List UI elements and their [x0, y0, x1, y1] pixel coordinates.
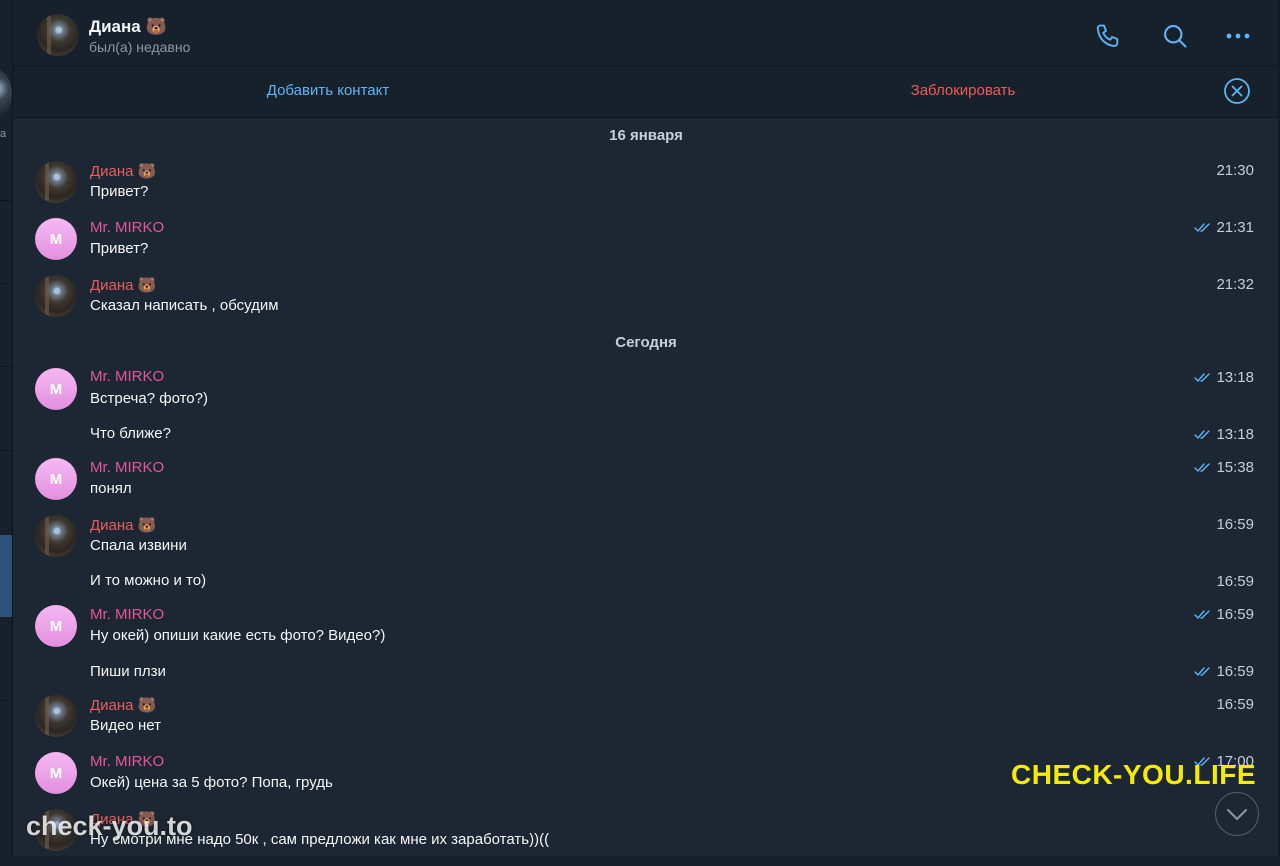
window-bottom-strip [0, 856, 1280, 866]
message-time-label: 21:32 [1216, 276, 1254, 293]
message-text: Привет? [90, 240, 149, 257]
contact-name[interactable]: Диана 🐻 [89, 17, 167, 37]
read-check-icon [1194, 223, 1211, 233]
block-user-button[interactable]: Заблокировать [643, 82, 1280, 99]
more-icon[interactable] [1222, 20, 1254, 52]
message-time-label: 16:59 [1216, 663, 1254, 680]
message-time: 16:59 [1216, 696, 1254, 713]
message-text: Ну окей) опиши какие есть фото? Видео?) [90, 627, 386, 644]
sender-avatar[interactable]: M [35, 368, 77, 410]
avatar-letter: M [49, 380, 63, 398]
avatar-letter: M [49, 230, 63, 248]
read-check-icon [1194, 430, 1211, 440]
chat-header: Диана 🐻 был(а) недавно [13, 6, 1279, 66]
message-time-label: 13:18 [1216, 369, 1254, 386]
sender-avatar[interactable]: M [35, 752, 77, 794]
search-icon[interactable] [1159, 20, 1191, 52]
sender-avatar[interactable] [35, 515, 77, 557]
close-icon[interactable] [1223, 77, 1251, 105]
message-time: 21:32 [1216, 276, 1254, 293]
sender-avatar[interactable] [35, 275, 77, 317]
message-time-label: 16:59 [1216, 606, 1254, 623]
message-sender[interactable]: Mr. MIRKO [90, 606, 164, 623]
message-text: Привет? [90, 183, 149, 200]
phone-icon[interactable] [1092, 20, 1124, 52]
message-time-label: 16:59 [1216, 516, 1254, 533]
chat-list-divider [0, 200, 12, 201]
message-sender[interactable]: Диана 🐻 [90, 516, 156, 534]
message-sender[interactable]: Диана 🐻 [90, 276, 156, 294]
scroll-down-button[interactable] [1215, 792, 1259, 836]
message-text: И то можно и то) [90, 572, 207, 589]
date-separator: Сегодня [615, 334, 677, 351]
message-text: Встреча? фото?) [90, 390, 208, 407]
message-sender[interactable]: Mr. MIRKO [90, 219, 164, 236]
message-time: 16:59 [1194, 663, 1254, 680]
message-time-label: 16:59 [1216, 696, 1254, 713]
avatar-letter: M [49, 617, 63, 635]
read-check-icon [1194, 463, 1211, 473]
message-time-label: 21:30 [1216, 162, 1254, 179]
chat-list-divider [0, 283, 12, 284]
message-text: Сказал написать , обсудим [90, 297, 279, 314]
contact-action-bar: Добавить контакт Заблокировать [13, 66, 1279, 118]
chat-list-name-fragment: а [0, 128, 7, 140]
message-time: 15:38 [1194, 459, 1254, 476]
message-sender[interactable]: Диана 🐻 [90, 162, 156, 180]
chat-list-avatar[interactable] [0, 68, 12, 120]
watermark-check-you-life: CHECK-YOU.LIFE [1011, 759, 1256, 790]
sender-avatar[interactable] [35, 695, 77, 737]
message-time: 16:59 [1194, 606, 1254, 623]
chat-list-selected-item[interactable] [0, 535, 12, 617]
message-text: Пиши плзи [90, 663, 166, 680]
message-sender[interactable]: Mr. MIRKO [90, 753, 164, 770]
message-sender[interactable]: Диана 🐻 [90, 696, 156, 714]
message-time: 21:31 [1194, 219, 1254, 236]
sender-avatar[interactable]: M [35, 605, 77, 647]
read-check-icon [1194, 667, 1211, 677]
message-text: Спала извини [90, 537, 187, 554]
sender-avatar[interactable]: M [35, 218, 77, 260]
message-time: 16:59 [1216, 516, 1254, 533]
contact-avatar[interactable] [37, 14, 79, 56]
sender-avatar[interactable] [35, 161, 77, 203]
message-time: 13:18 [1194, 426, 1254, 443]
message-time-label: 15:38 [1216, 459, 1254, 476]
message-time: 21:30 [1216, 162, 1254, 179]
message-time: 16:59 [1216, 573, 1254, 590]
sender-avatar[interactable]: M [35, 458, 77, 500]
chat-list-divider [0, 366, 12, 367]
chat-list-divider [0, 700, 12, 701]
avatar-letter: M [49, 764, 63, 782]
read-check-icon [1194, 610, 1211, 620]
contact-status: был(а) недавно [89, 39, 191, 55]
message-text: Окей) цена за 5 фото? Попа, грудь [90, 774, 333, 791]
message-time: 13:18 [1194, 369, 1254, 386]
message-time-label: 13:18 [1216, 426, 1254, 443]
date-separator: 16 января [609, 127, 683, 144]
chat-list-divider [0, 450, 12, 451]
watermark-check-you-to: check-you.to [26, 811, 193, 841]
message-text: Что ближе? [90, 425, 171, 442]
avatar-letter: M [49, 470, 63, 488]
message-sender[interactable]: Mr. MIRKO [90, 459, 164, 476]
chat-list-pane: а [0, 0, 13, 866]
chevron-down-icon [1227, 809, 1247, 820]
message-sender[interactable]: Mr. MIRKO [90, 368, 164, 385]
message-time-label: 16:59 [1216, 573, 1254, 590]
add-contact-button[interactable]: Добавить контакт [13, 82, 643, 99]
read-check-icon [1194, 373, 1211, 383]
message-text: понял [90, 480, 132, 497]
message-text: Видео нет [90, 717, 161, 734]
message-time-label: 21:31 [1216, 219, 1254, 236]
